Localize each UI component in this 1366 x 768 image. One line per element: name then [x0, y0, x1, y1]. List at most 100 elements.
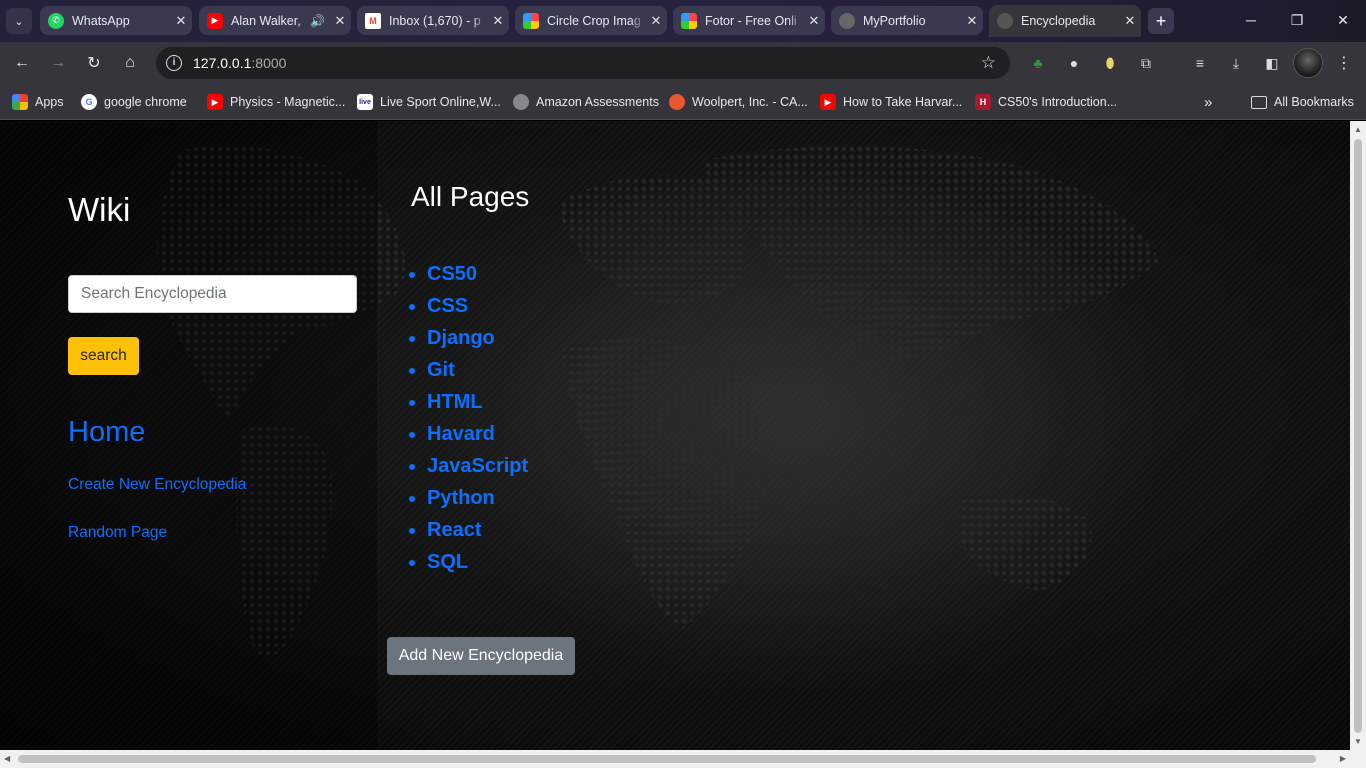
- speaker-icon[interactable]: 🔊: [310, 14, 325, 28]
- list-item: Django: [408, 322, 528, 354]
- close-icon[interactable]: ✕: [645, 13, 667, 29]
- scrollbar-thumb[interactable]: [18, 755, 1316, 763]
- create-new-encyclopedia-link[interactable]: Create New Encyclopedia: [68, 476, 246, 494]
- list-item: CSS: [408, 290, 528, 322]
- horizontal-scrollbar[interactable]: ◀ ▶: [0, 750, 1366, 768]
- home-icon[interactable]: ⌂: [118, 51, 142, 75]
- close-icon[interactable]: ✕: [803, 13, 825, 29]
- vertical-scrollbar[interactable]: ▲ ▼: [1350, 121, 1366, 750]
- list-item: JavaScript: [408, 450, 528, 482]
- youtube-icon: ▶: [207, 94, 223, 110]
- address-url[interactable]: 127.0.0.1:8000: [193, 55, 286, 71]
- minimize-icon[interactable]: ─: [1228, 0, 1274, 40]
- tab-fotor[interactable]: Fotor - Free Onli ✕: [673, 6, 825, 35]
- close-icon[interactable]: ✕: [961, 13, 983, 29]
- close-window-icon[interactable]: ✕: [1320, 0, 1366, 40]
- all-bookmarks[interactable]: All Bookmarks: [1251, 92, 1354, 112]
- youtube-icon: ▶: [207, 12, 223, 29]
- address-bar[interactable]: i 127.0.0.1:8000 ☆: [156, 47, 1010, 79]
- add-new-encyclopedia-button[interactable]: Add New Encyclopedia: [387, 637, 575, 675]
- menu-kebab-icon[interactable]: ⋮: [1334, 53, 1354, 73]
- bookmark-star-icon[interactable]: ☆: [981, 53, 996, 73]
- entry-link-cs50[interactable]: CS50: [427, 263, 477, 285]
- side-panel-icon[interactable]: ◧: [1262, 53, 1282, 73]
- scrollbar-thumb[interactable]: [1354, 139, 1362, 733]
- entry-link-react[interactable]: React: [427, 519, 481, 541]
- forward-icon[interactable]: →: [46, 51, 70, 75]
- bookmark-amazon[interactable]: Amazon Assessments: [513, 92, 659, 112]
- entry-link-html[interactable]: HTML: [427, 391, 483, 413]
- entry-link-css[interactable]: CSS: [427, 295, 468, 317]
- bookmark-harvard-youtube[interactable]: ▶ How to Take Harvar...: [820, 92, 962, 112]
- tab-myportfolio[interactable]: MyPortfolio ✕: [831, 6, 983, 35]
- close-icon[interactable]: ✕: [170, 13, 192, 29]
- close-icon[interactable]: ✕: [487, 13, 509, 29]
- harvard-icon: H: [975, 94, 991, 110]
- fotor-icon: [681, 12, 697, 29]
- globe-icon: [513, 94, 529, 110]
- list-item: Python: [408, 482, 528, 514]
- extensions-puzzle-icon[interactable]: ⧉: [1136, 53, 1156, 73]
- bookmarks-overflow-icon[interactable]: »: [1204, 92, 1212, 112]
- reload-icon[interactable]: ↻: [82, 51, 106, 75]
- tab-title: Alan Walker,: [231, 13, 301, 28]
- entry-link-python[interactable]: Python: [427, 487, 495, 509]
- scroll-right-icon[interactable]: ▶: [1340, 754, 1346, 763]
- restore-icon[interactable]: ❐: [1274, 0, 1320, 40]
- url-host: 127.0.0.1: [193, 55, 252, 71]
- folder-icon: [1251, 95, 1267, 109]
- bookmark-label: google chrome: [104, 95, 187, 109]
- youtube-icon: ▶: [820, 94, 836, 110]
- tab-alan-walker[interactable]: ▶ Alan Walker, 🔊 ✕: [199, 6, 351, 35]
- bookmark-label: How to Take Harvar...: [843, 95, 963, 109]
- page-title: All Pages: [411, 181, 530, 212]
- gmail-icon: M: [365, 12, 381, 29]
- entry-link-django[interactable]: Django: [427, 327, 495, 349]
- tab-inbox[interactable]: M Inbox (1,670) - p ✕: [357, 6, 509, 35]
- circle-crop-icon: [523, 12, 539, 29]
- extension-tree-icon[interactable]: ♣: [1028, 53, 1048, 73]
- bookmark-woolpert[interactable]: Woolpert, Inc. - CA...: [669, 92, 808, 112]
- entry-link-git[interactable]: Git: [427, 359, 455, 381]
- google-icon: G: [81, 94, 97, 110]
- close-icon[interactable]: ✕: [329, 13, 351, 29]
- extension-shield-icon[interactable]: ⬮: [1100, 53, 1120, 73]
- bookmark-cs50[interactable]: H CS50's Introduction...: [975, 92, 1117, 112]
- site-info-icon[interactable]: i: [166, 55, 182, 71]
- bookmark-label: Physics - Magnetic...: [230, 95, 346, 109]
- new-tab-button[interactable]: +: [1148, 8, 1174, 34]
- scroll-up-icon[interactable]: ▲: [1354, 125, 1362, 134]
- bookmark-physics[interactable]: ▶ Physics - Magnetic...: [207, 92, 345, 112]
- search-button[interactable]: search: [68, 337, 139, 375]
- list-item: React: [408, 514, 528, 546]
- tab-whatsapp[interactable]: ✆ WhatsApp ✕: [40, 6, 192, 35]
- list-item: CS50: [408, 258, 528, 290]
- extension-circles-icon[interactable]: ●: [1064, 53, 1084, 73]
- bookmarks-bar: Apps G google chrome ▶ Physics - Magneti…: [0, 84, 1366, 120]
- bookmark-google-chrome[interactable]: G google chrome: [81, 92, 187, 112]
- download-icon[interactable]: ⤓: [1226, 53, 1246, 73]
- search-input[interactable]: [68, 275, 357, 313]
- close-icon[interactable]: ✕: [1119, 13, 1141, 29]
- bookmark-live-sport[interactable]: live Live Sport Online,W...: [357, 92, 501, 112]
- bookmark-label: Amazon Assessments: [536, 95, 659, 109]
- list-item: SQL: [408, 546, 528, 578]
- profile-avatar[interactable]: [1293, 48, 1323, 78]
- tab-circle-crop[interactable]: Circle Crop Imag ✕: [515, 6, 667, 35]
- back-icon[interactable]: ←: [10, 51, 34, 75]
- media-control-icon[interactable]: ≡: [1190, 53, 1210, 73]
- browser-toolbar: ← → ↻ ⌂ i 127.0.0.1:8000 ☆ ♣ ● ⬮ ⧉ ≡ ⤓ ◧…: [0, 42, 1366, 84]
- list-item: Havard: [408, 418, 528, 450]
- entry-link-havard[interactable]: Havard: [427, 423, 495, 445]
- bookmark-apps[interactable]: Apps: [12, 92, 64, 112]
- entry-link-javascript[interactable]: JavaScript: [427, 455, 528, 477]
- home-link[interactable]: Home: [68, 416, 145, 449]
- scroll-down-icon[interactable]: ▼: [1354, 737, 1362, 746]
- random-page-link[interactable]: Random Page: [68, 524, 167, 542]
- tab-title: WhatsApp: [72, 13, 130, 28]
- entry-link-sql[interactable]: SQL: [427, 551, 468, 573]
- scroll-left-icon[interactable]: ◀: [4, 754, 10, 763]
- tab-search-button[interactable]: ⌄: [6, 8, 32, 34]
- tab-encyclopedia[interactable]: Encyclopedia ✕: [989, 5, 1141, 37]
- live-icon: live: [357, 94, 373, 110]
